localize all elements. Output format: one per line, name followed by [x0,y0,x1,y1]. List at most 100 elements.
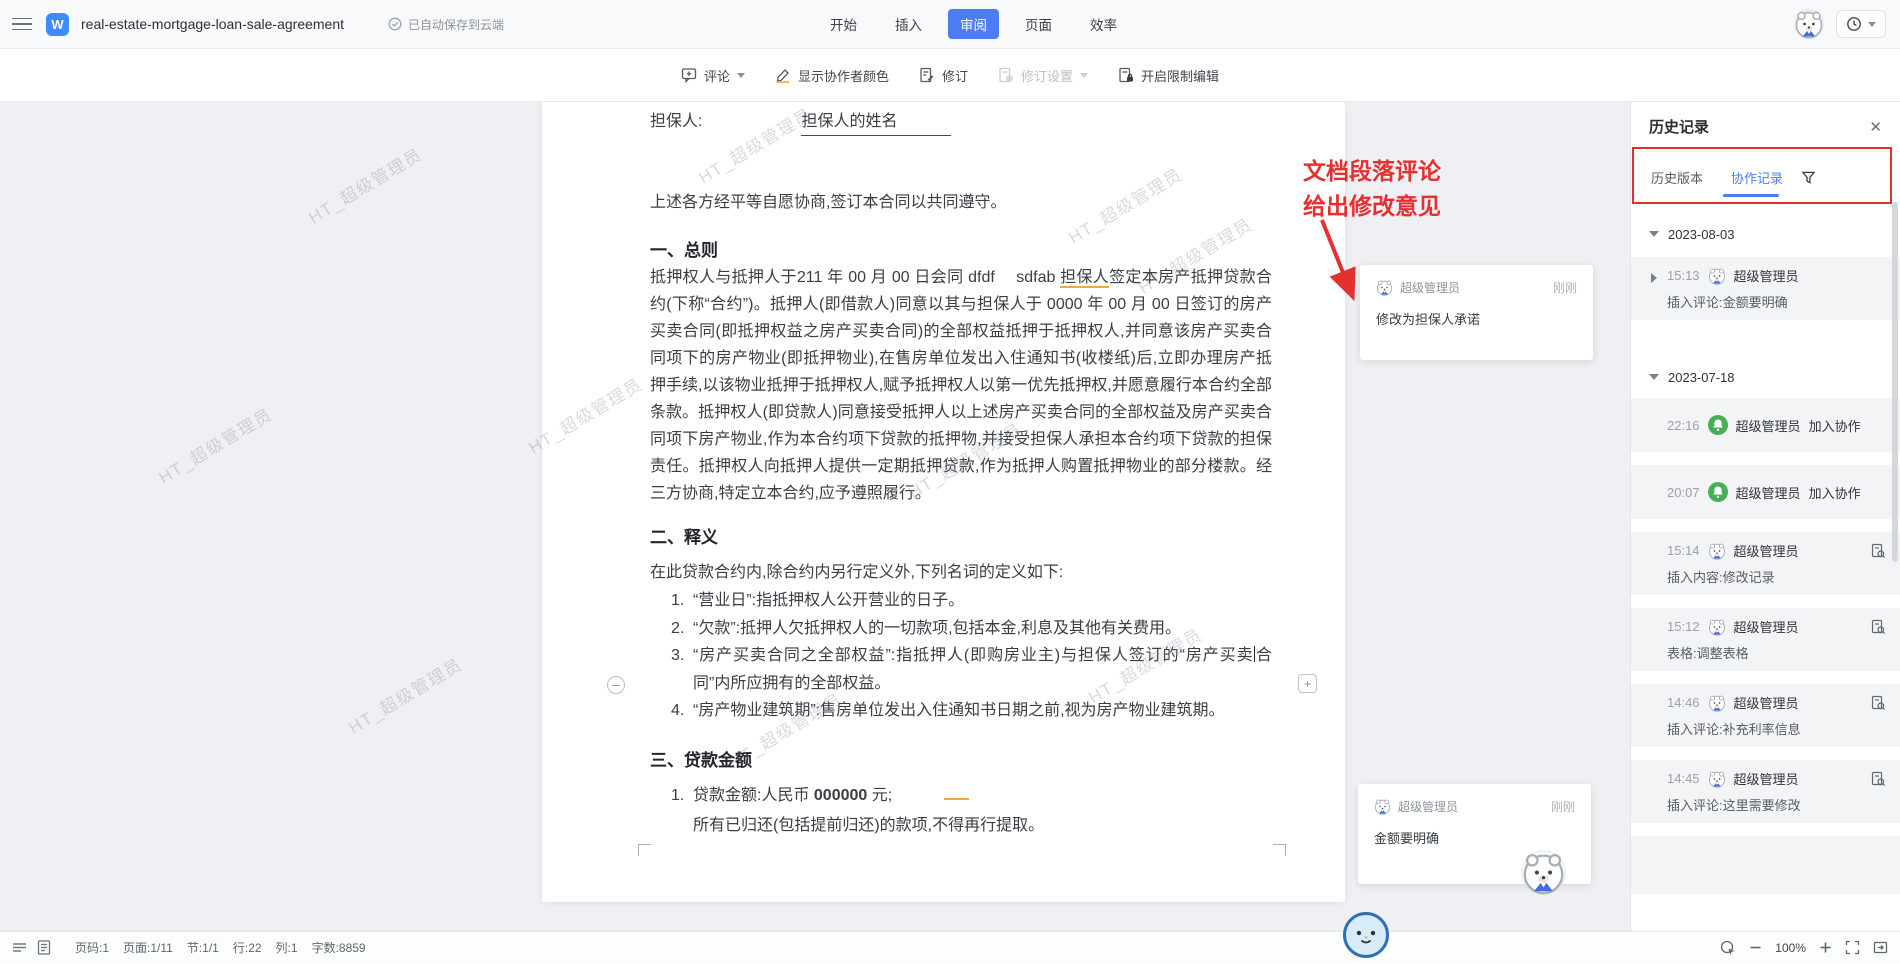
commenter-avatar [1376,279,1393,296]
tab-review[interactable]: 审阅 [948,9,999,39]
chevron-down-icon [1868,22,1876,27]
fullscreen-icon[interactable] [1845,940,1860,955]
definition-item: “房产物业建筑期”:售房单位发出入住通知书日期之前,视为房产物业建筑期。 [693,697,1272,725]
tab-collaboration-records[interactable]: 协作记录 [1731,168,1783,187]
tab-home[interactable]: 开始 [818,9,869,39]
caret-down-icon [1649,231,1659,237]
margin-corner-mark [638,844,651,856]
collaborator-colors-label: 显示协作者颜色 [798,66,889,85]
history-entry[interactable]: 22:16 超级管理员 加入协作 [1631,398,1900,452]
history-entry[interactable] [1631,836,1900,894]
guarantor-name: 担保人的姓名 [801,108,951,136]
expand-icon[interactable] [1651,273,1657,283]
tab-insert[interactable]: 插入 [883,9,934,39]
track-changes-button[interactable]: 修订 [919,66,968,85]
entry-time: 15:12 [1667,619,1700,634]
definition-item: “房产买卖合同之全部权益”:指抵押人(即购房业主)与担保人签订的“房产买卖合同”… [693,642,1272,697]
view-detail-button[interactable] [1870,771,1886,787]
tab-page[interactable]: 页面 [1013,9,1064,39]
status-section: 节:1/1 [187,939,219,956]
guarantor-row: 担保人: 担保人的姓名 [650,108,1272,136]
watermark: HT_超级管理员 [343,651,467,739]
history-entry[interactable]: 15:13 超级管理员 插入评论:金额要明确 [1631,257,1900,320]
date-label: 2023-07-18 [1668,370,1735,385]
view-record-icon [1870,695,1886,711]
section-1-title: 一、总则 [650,237,1272,264]
entry-action: 加入协作 [1809,483,1861,502]
chevron-down-icon [1080,73,1088,78]
loan-semicolon: ; [888,787,892,804]
app-logo[interactable]: W [46,13,69,36]
entry-avatar [1708,267,1726,285]
lock-doc-icon [1118,67,1134,83]
user-avatar[interactable] [1794,9,1824,39]
tab-efficiency[interactable]: 效率 [1078,9,1129,39]
loan-amount-item: 贷款金额:人民币 000000 元; [693,782,1272,810]
date-group-header[interactable]: 2023-07-18 [1631,362,1900,392]
entry-time: 14:45 [1667,771,1700,786]
app-window: W real-estate-mortgage-loan-sale-agreeme… [0,0,1900,963]
collapse-paragraph-icon[interactable] [607,676,625,694]
status-column: 列:1 [276,939,298,956]
logo-letter: W [51,17,63,32]
comment-button[interactable]: 评论 [681,66,745,85]
review-toolbar: 评论 显示协作者颜色 修订 修订设置 开启限制编辑 [0,48,1900,102]
filter-button[interactable] [1801,170,1816,185]
date-group-header[interactable]: 2023-08-03 [1631,219,1900,249]
history-entry[interactable]: 14:45 超级管理员 插入评论:这里需要修改 [1631,760,1900,823]
document-title[interactable]: real-estate-mortgage-loan-sale-agreement [81,16,344,32]
collaborator-colors-button[interactable]: 显示协作者颜色 [775,66,889,85]
entry-user: 超级管理员 [1734,541,1799,560]
restrict-editing-button[interactable]: 开启限制编辑 [1118,66,1219,85]
history-entry[interactable]: 14:46 超级管理员 插入评论:补充利率信息 [1631,684,1900,747]
history-panel-header: 历史记录 ✕ [1631,102,1900,152]
comment-time: 刚刚 [1551,798,1575,815]
comment-label: 评论 [704,66,730,85]
entry-user: 超级管理员 [1734,693,1799,712]
history-list: 2023-08-03 15:13 超级管理员 插入评论:金额要明确 2023-0… [1631,203,1900,894]
entry-action: 加入协作 [1809,416,1861,435]
menu-lines-icon[interactable] [12,940,27,955]
chevron-down-icon [737,73,745,78]
assistant-avatar[interactable] [1342,911,1390,959]
close-icon[interactable]: ✕ [1869,118,1882,136]
comment-card[interactable]: 超级管理员 刚刚 修改为担保人承诺 [1360,265,1593,360]
fit-page-icon[interactable] [1873,940,1888,955]
check-circle-icon [388,17,402,31]
revision-settings-button[interactable]: 修订设置 [998,66,1088,85]
view-detail-button[interactable] [1870,619,1886,635]
view-detail-button[interactable] [1870,695,1886,711]
entry-detail: 插入评论:这里需要修改 [1667,795,1886,814]
status-line: 行:22 [233,939,262,956]
document-page[interactable]: 担保人: 担保人的姓名 上述各方经平等自愿协商,签订本合同以共同遵守。 一、总则… [542,102,1345,902]
history-entry[interactable]: 15:14 超级管理员 插入内容:修改记录 [1631,532,1900,595]
main-menu-icon[interactable] [12,14,32,34]
definition-item: “营业日”:指抵押权人公开营业的日子。 [693,587,1272,615]
history-entry[interactable]: 20:07 超级管理员 加入协作 [1631,465,1900,519]
history-tabs: 历史版本 协作记录 [1631,152,1900,203]
commenter-name: 超级管理员 [1398,798,1458,815]
zoom-out-button[interactable] [1749,941,1762,954]
add-comment-indicator-icon[interactable]: + [1298,674,1317,693]
zoom-level[interactable]: 100% [1775,941,1806,955]
scrollbar[interactable] [1892,202,1898,562]
restrict-editing-label: 开启限制编辑 [1141,66,1219,85]
history-entry[interactable]: 15:12 超级管理员 表格:调整表格 [1631,608,1900,671]
entry-time: 15:14 [1667,543,1700,558]
loan-amount-list: 贷款金额:人民币 000000 元; [650,782,1272,810]
annotation-line: 文档段落评论 [1303,154,1441,189]
revise-settings-icon [998,67,1014,83]
entry-user: 超级管理员 [1736,483,1801,502]
select-translate-icon[interactable] [1720,940,1736,956]
zoom-in-button[interactable] [1819,941,1832,954]
word-count-icon[interactable] [37,940,51,955]
watermark: HT_超级管理员 [153,401,277,489]
paragraph-text: 抵押权人与抵押人于211 年 00 月 00 日会同 dfdf sdfab [650,269,1060,286]
history-button[interactable] [1836,10,1886,38]
tab-history-versions[interactable]: 历史版本 [1651,168,1703,187]
entry-time: 15:13 [1667,268,1700,283]
comment-anchor-mark [944,787,969,800]
guarantor-label: 担保人: [650,108,702,136]
track-changes-label: 修订 [942,66,968,85]
view-detail-button[interactable] [1870,543,1886,559]
